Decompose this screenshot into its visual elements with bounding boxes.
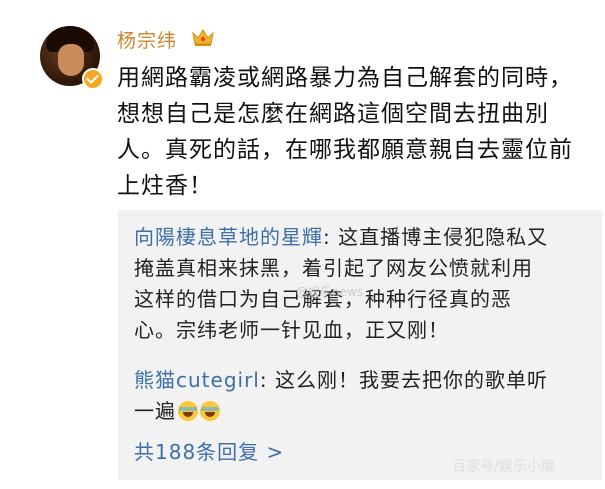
reply-line: 向陽棲息草地的星輝: 这直播博主侵犯隐私又 [134,222,586,253]
reply-username[interactable]: 熊猫cutegirl [134,368,260,392]
reply-text: : 这直播博主侵犯隐私又 [323,225,549,249]
more-replies-link[interactable]: 共188条回复 > [134,436,284,465]
post-text: 用網路霸凌或網路暴力為自己解套的同時， 想想自己是怎麼在網路這個空間去扭曲別 人… [117,60,587,204]
post-line: 上炷香！ [117,173,213,199]
avatar-face [58,44,84,76]
laughing-tears-emoji-icon [200,401,220,421]
reply-line: 心。宗纬老师一针见血，正又刚！ [134,318,449,342]
laughing-tears-emoji-icon [178,401,198,421]
reply-line: 一遍 [134,396,586,427]
reply-text: 一遍 [134,399,176,423]
post-line: 用網路霸凌或網路暴力為自己解套的同時， [117,65,573,91]
watermark: @娱乐news [296,285,364,299]
crown-icon [192,29,214,46]
watermark: 百家号/娱乐小编 [452,459,555,475]
reply-username[interactable]: 向陽棲息草地的星輝 [134,225,323,249]
reply-line: 熊猫cutegirl: 这么刚！我要去把你的歌单听 [134,365,586,396]
post-line: 人。真死的話，在哪我都願意親自去靈位前 [117,137,573,163]
reply-text: : 这么刚！我要去把你的歌单听 [259,368,548,392]
reply-item: 熊猫cutegirl: 这么刚！我要去把你的歌单听 一遍 [134,365,586,427]
reply-line: 掩盖真相来抹黑，着引起了网友公愤就利用 [134,256,533,280]
post-line: 想想自己是怎麼在網路這個空間去扭曲別 [117,101,549,127]
author-name[interactable]: 杨宗纬 [117,26,177,53]
verified-badge-icon [82,68,104,90]
